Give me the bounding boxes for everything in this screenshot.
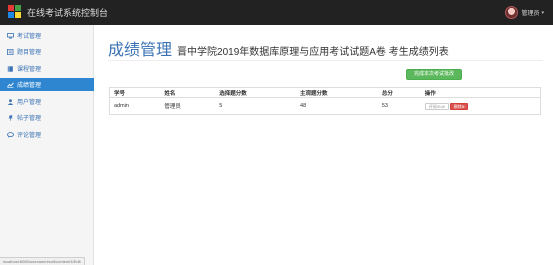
avatar[interactable] [505, 6, 519, 19]
pin-icon [7, 114, 14, 121]
column-header: 操作 [420, 87, 541, 98]
sidebar-item-user[interactable]: 用户管理 [0, 95, 94, 108]
cell-total: 53 [377, 97, 421, 115]
column-header: 姓名 [160, 87, 216, 98]
cell-name: 管理员 [160, 97, 216, 115]
sidebar-item-question[interactable]: 题目管理 [0, 45, 94, 58]
user-icon [7, 98, 14, 105]
app-title[interactable]: 在线考试系统控制台 [27, 6, 108, 19]
sidebar-item-label: 考试管理 [17, 34, 42, 40]
chart-icon [7, 82, 14, 88]
comment-icon [7, 131, 14, 138]
monitor-icon [7, 32, 14, 39]
sidebar-item-post[interactable]: 帖子管理 [0, 111, 94, 124]
cell-actions: 评阅/Edit 删除ill [420, 97, 541, 115]
cell-subjective-score: 48 [296, 97, 378, 115]
column-header: 主观题分数 [296, 87, 378, 98]
column-header: 总分 [377, 87, 421, 98]
cell-student-id: admin [109, 97, 161, 115]
sidebar-item-score[interactable]: 成绩管理 [0, 78, 94, 91]
sidebar: 考试管理 题目管理 课程管理 成绩管理 用户管理 帖子管理 评论管理 [0, 25, 94, 265]
app-logo-icon[interactable] [8, 5, 22, 19]
page-subtitle: 晋中学院2019年数据库原理与应用考试试题A卷 考生成绩列表 [177, 47, 449, 58]
top-navbar: 在线考试系统控制台 管理员 ▾ [0, 0, 553, 25]
sidebar-item-label: 课程管理 [17, 67, 42, 73]
delete-button[interactable]: 删除ill [449, 102, 469, 110]
table-row: admin 管理员 5 48 53 评阅/Edit 删除ill [109, 97, 541, 115]
page-title: 成绩管理 [108, 42, 173, 59]
user-name[interactable]: 管理员 [521, 8, 539, 17]
sidebar-item-exam[interactable]: 考试管理 [0, 29, 94, 42]
sidebar-item-label: 用户管理 [17, 100, 42, 106]
table-header-row: 学号 姓名 选择题分数 主观题分数 总分 操作 [109, 87, 541, 98]
page-heading: 成绩管理 晋中学院2019年数据库原理与应用考试试题A卷 考生成绩列表 [108, 36, 449, 60]
finish-grading-button[interactable]: 完成本次考试批改 [406, 69, 462, 80]
column-header: 选择题分数 [215, 87, 297, 98]
browser-status-bar: localhost:8080/onexam/result/content/4/E… [0, 257, 85, 265]
sidebar-item-label: 帖子管理 [17, 116, 42, 122]
main-content: 成绩管理 晋中学院2019年数据库原理与应用考试试题A卷 考生成绩列表 完成本次考… [94, 25, 553, 265]
cell-choice-score: 5 [215, 97, 297, 115]
sidebar-item-label: 成绩管理 [17, 83, 42, 89]
sidebar-item-comment[interactable]: 评论管理 [0, 128, 94, 141]
heading-divider [108, 60, 543, 61]
edit-button[interactable]: 评阅/Edit [424, 102, 449, 110]
sidebar-item-course[interactable]: 课程管理 [0, 62, 94, 75]
user-menu[interactable]: 管理员 ▾ [505, 4, 544, 21]
score-table: 学号 姓名 选择题分数 主观题分数 总分 操作 admin 管理员 5 48 5… [109, 87, 541, 115]
column-header: 学号 [109, 87, 161, 98]
list-icon [7, 48, 14, 55]
caret-down-icon[interactable]: ▾ [541, 10, 544, 16]
sidebar-item-label: 评论管理 [17, 133, 42, 139]
sidebar-item-label: 题目管理 [17, 50, 42, 56]
book-icon [7, 65, 14, 72]
